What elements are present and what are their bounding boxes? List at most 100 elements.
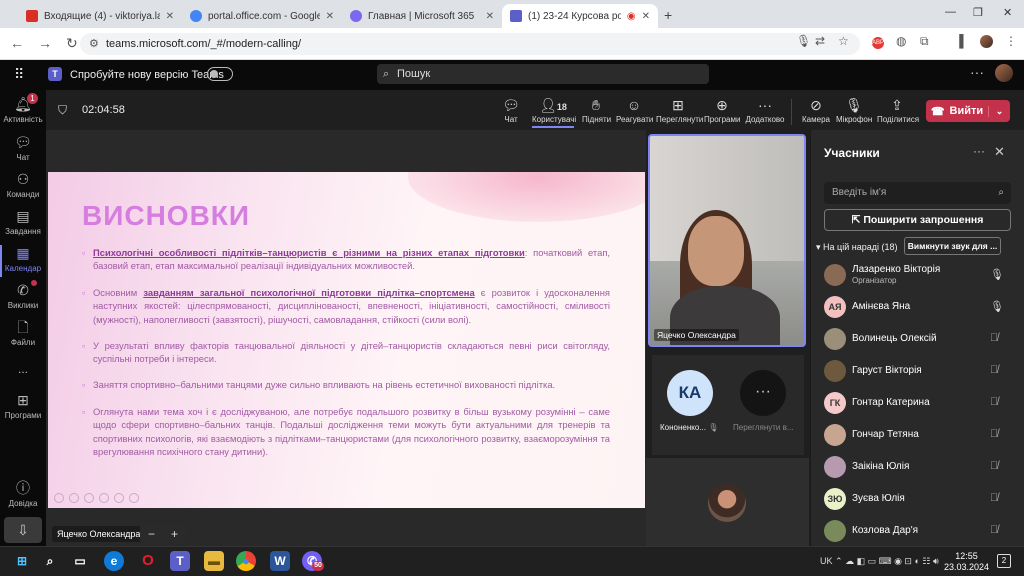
- participant-row[interactable]: АЯ Амінєва Яна 🎙︎: [824, 296, 1014, 322]
- search-icon[interactable]: ⌕: [40, 551, 60, 571]
- participant-search-input[interactable]: Введіть ім'я ⌕: [824, 182, 1011, 204]
- more-button[interactable]: ··· Додатково: [745, 97, 785, 124]
- close-tab-icon[interactable]: ✕: [166, 11, 174, 22]
- zoom-out-icon[interactable]: −: [148, 525, 155, 543]
- back-icon[interactable]: ←: [10, 35, 24, 52]
- rail-calendar[interactable]: ▦ Календар: [0, 245, 46, 277]
- tab-google-search[interactable]: portal.office.com - Google Search✕: [182, 4, 342, 28]
- participant-row[interactable]: Гаруст Вікторія 🎙̸: [824, 360, 1014, 386]
- tab-teams[interactable]: (1) 23-24 Курсова робота◉✕: [502, 4, 658, 28]
- rail-calls[interactable]: ✆ Виклики: [0, 280, 46, 310]
- mic-off-icon[interactable]: 🎙̸: [990, 332, 998, 344]
- share-button[interactable]: ⇪ Поділитися: [877, 97, 919, 124]
- bookmark-star-icon[interactable]: ☆: [838, 34, 849, 48]
- rail-activity[interactable]: 🔔︎ 1 Активність: [0, 93, 46, 124]
- participant-row[interactable]: ЗЮ Зуєва Юлія 🎙̸: [824, 488, 1014, 514]
- participant-row[interactable]: Заікіна Юлія 🎙̸: [824, 456, 1014, 482]
- download-icon[interactable]: ⇩: [4, 517, 42, 543]
- microphone-icon[interactable]: 🎙︎: [990, 300, 1004, 313]
- rail-help[interactable]: ⓘ Довідка: [0, 480, 46, 508]
- close-icon[interactable]: ✕: [994, 144, 1005, 160]
- notification-center-icon[interactable]: 2: [997, 554, 1011, 568]
- tab-gmail[interactable]: Входящие (4) - viktoriya.lazarenko✕: [18, 4, 182, 28]
- pen-icon[interactable]: [84, 493, 94, 503]
- profile-avatar[interactable]: [980, 35, 993, 48]
- zoom-in-icon[interactable]: +: [171, 525, 178, 543]
- mic-off-icon[interactable]: 🎙̸: [990, 524, 998, 536]
- tray-icons[interactable]: ⌃ ☁ ◧ ▭ ⌨ ◉ ⊡ ◐ ☷ 🔊︎: [835, 556, 939, 566]
- leave-button[interactable]: ☎ Вийти ⌄: [926, 100, 1010, 122]
- file-explorer-icon[interactable]: ▬: [204, 551, 224, 571]
- translate-icon[interactable]: ⇄: [815, 34, 825, 48]
- browser-menu-icon[interactable]: ⋮: [1005, 34, 1017, 48]
- mic-off-icon[interactable]: 🎙̸: [990, 396, 998, 408]
- view-button[interactable]: ⊞ Переглянути: [656, 97, 703, 124]
- rail-files[interactable]: 🗋︎ Файли: [0, 319, 46, 347]
- active-speaker-video[interactable]: [648, 134, 806, 347]
- close-tab-icon[interactable]: ✕: [326, 11, 334, 22]
- more-options-icon[interactable]: ···: [970, 64, 984, 80]
- zoom-icon[interactable]: [114, 493, 124, 503]
- edge-icon[interactable]: e: [104, 551, 124, 571]
- participant-row[interactable]: Лазаренко Вікторія Організатор 🎙︎: [824, 264, 1014, 290]
- mic-off-icon[interactable]: 🎙̸: [990, 428, 998, 440]
- task-view-icon[interactable]: ▭: [70, 551, 90, 571]
- system-clock[interactable]: 12:55 23.03.2024: [944, 551, 989, 573]
- avatar[interactable]: [995, 64, 1013, 82]
- side-panel-icon[interactable]: ▐: [955, 34, 964, 48]
- rail-apps[interactable]: ⊞ Програми: [0, 392, 46, 420]
- chevron-down-icon[interactable]: ⌄: [988, 105, 1010, 117]
- participant-row[interactable]: Гончар Тетяна 🎙̸: [824, 424, 1014, 450]
- react-button[interactable]: ☺ Реагувати: [616, 97, 653, 124]
- mic-off-icon[interactable]: 🎙̸: [990, 492, 998, 504]
- site-info-icon[interactable]: ⚙: [89, 33, 99, 55]
- window-close-icon[interactable]: ✕: [1003, 6, 1012, 19]
- app-launcher-icon[interactable]: ⠿: [14, 66, 24, 83]
- extensions-icon[interactable]: ⧉: [920, 34, 929, 49]
- mic-off-icon[interactable]: 🎙̸: [990, 364, 998, 376]
- windows-start-icon[interactable]: ⊞: [12, 551, 32, 571]
- next-slide-icon[interactable]: [69, 493, 79, 503]
- panel-more-icon[interactable]: ···: [973, 144, 985, 158]
- close-tab-icon[interactable]: ✕: [486, 11, 494, 22]
- chat-button[interactable]: 💬︎ Чат: [501, 97, 521, 124]
- opera-icon[interactable]: O: [138, 551, 158, 571]
- camera-button[interactable]: ⊘ Камера: [801, 97, 831, 124]
- minimize-icon[interactable]: —: [945, 6, 956, 18]
- extension-globe-icon[interactable]: ◍: [896, 34, 906, 48]
- mute-all-button[interactable]: Вимкнути звук для ...: [904, 237, 1001, 255]
- reload-icon[interactable]: ↻: [66, 35, 78, 52]
- teams-app-icon[interactable]: T: [170, 551, 190, 571]
- tab-microsoft-365[interactable]: Главная | Microsoft 365 ✕: [342, 4, 502, 28]
- forward-icon[interactable]: →: [38, 35, 52, 52]
- participant-row[interactable]: ГК Гонтар Катерина 🎙̸: [824, 392, 1014, 418]
- mic-off-icon[interactable]: 🎙̸: [990, 460, 998, 472]
- rail-chat[interactable]: 💬︎ Чат: [0, 134, 46, 162]
- rail-more[interactable]: ...: [0, 362, 46, 376]
- prev-slide-icon[interactable]: [54, 493, 64, 503]
- participant-row[interactable]: Волинець Олексій 🎙̸: [824, 328, 1014, 354]
- mic-permission-icon[interactable]: 🎙: [796, 34, 811, 48]
- microphone-icon[interactable]: 🎙︎: [990, 268, 1004, 281]
- url-field[interactable]: ⚙ teams.microsoft.com/_#/modern-calling/: [80, 33, 860, 55]
- in-meeting-section[interactable]: ▾ На цій нараді (18): [816, 242, 897, 253]
- participant-row[interactable]: Козлова Дар'я 🎙̸: [824, 520, 1014, 546]
- more-participants-icon[interactable]: ···: [740, 370, 786, 416]
- new-teams-toggle[interactable]: [207, 67, 233, 81]
- rail-assignments[interactable]: ▤ Завдання: [0, 208, 46, 236]
- apps-button[interactable]: ⊕ Програми: [704, 97, 740, 124]
- people-button[interactable]: 👤︎18 Користувачі: [532, 97, 576, 128]
- share-invite-button[interactable]: ⇱ Поширити запрошення: [824, 209, 1011, 231]
- new-tab-button[interactable]: +: [664, 7, 672, 23]
- chrome-icon[interactable]: ●: [236, 551, 256, 571]
- slide-more-icon[interactable]: [129, 493, 139, 503]
- slides-icon[interactable]: [99, 493, 109, 503]
- close-tab-icon[interactable]: ✕: [642, 11, 650, 22]
- adblock-icon[interactable]: ABP: [872, 37, 884, 49]
- mic-button[interactable]: 🎙︎ Мікрофон: [836, 97, 872, 124]
- rail-teams[interactable]: ⚇ Команди: [0, 171, 46, 199]
- restore-icon[interactable]: ❐: [973, 6, 983, 19]
- word-icon[interactable]: W: [270, 551, 290, 571]
- search-input[interactable]: ⌕ Пошук: [377, 64, 709, 84]
- raise-hand-button[interactable]: ✋︎ Підняти: [582, 97, 611, 124]
